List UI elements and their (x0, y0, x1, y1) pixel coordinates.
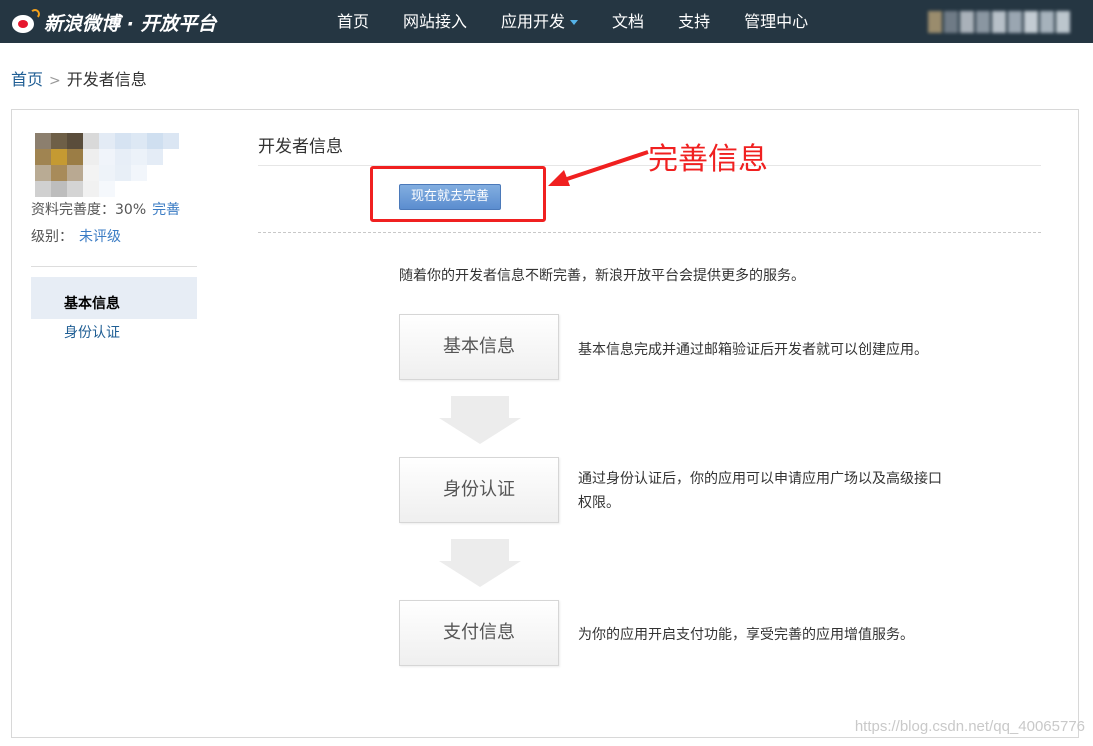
level-label: 级别： (31, 229, 73, 245)
nav-item-support[interactable]: 支持 (678, 0, 710, 43)
page-title: 开发者信息 (258, 137, 343, 157)
annotation-highlight-box (370, 166, 546, 222)
chevron-down-icon (570, 20, 579, 25)
step-basic-info: 基本信息 (399, 314, 559, 380)
breadcrumb-separator: > (49, 73, 61, 89)
nav-item-admin[interactable]: 管理中心 (744, 0, 808, 43)
top-navbar: 新浪微博 · 开放平台 首页 网站接入 应用开发 文档 支持 管理中心 (0, 0, 1093, 43)
down-arrow-icon (439, 539, 521, 587)
developer-level: 级别： 未评级 (31, 226, 121, 246)
nav-item-website[interactable]: 网站接入 (403, 0, 467, 43)
sidebar-item-basic-info[interactable]: 基本信息 (31, 277, 197, 319)
step-identity-verification: 身份认证 (399, 457, 559, 523)
sidebar-item-identity-verification[interactable]: 身份认证 (31, 319, 197, 347)
intro-text: 随着你的开发者信息不断完善，新浪开放平台会提供更多的服务。 (399, 268, 805, 284)
logo-text: 新浪微博 · 开放平台 (44, 12, 217, 35)
avatar[interactable] (35, 133, 185, 197)
weibo-eye-icon (10, 9, 40, 35)
level-value-link[interactable]: 未评级 (79, 229, 121, 245)
profile-completeness-label: 资料完善度：30% (31, 202, 147, 218)
step-identity-verification-desc: 通过身份认证后，你的应用可以申请应用广场以及高级接口权限。 (578, 471, 942, 511)
step-payment-info-desc: 为你的应用开启支付功能，享受完善的应用增值服务。 (578, 627, 914, 643)
breadcrumb: 首页 > 开发者信息 (11, 66, 147, 90)
breadcrumb-current: 开发者信息 (66, 70, 147, 89)
nav-item-home[interactable]: 首页 (337, 0, 369, 43)
dotted-divider (258, 232, 1041, 233)
user-account-blurred[interactable] (928, 8, 1078, 36)
profile-completeness: 资料完善度：30% 完善 (31, 199, 180, 219)
sidebar-divider (31, 266, 197, 267)
annotation-arrow-icon (548, 150, 649, 186)
complete-profile-link[interactable]: 完善 (152, 202, 180, 218)
weibo-logo[interactable]: 新浪微博 · 开放平台 (10, 8, 216, 36)
nav-item-appdev-label: 应用开发 (501, 12, 566, 31)
main-panel: 资料完善度：30% 完善 级别： 未评级 基本信息 身份认证 开发者信息 现在就去完… (11, 109, 1079, 738)
down-arrow-icon (439, 396, 521, 444)
nav-item-appdev[interactable]: 应用开发 (501, 0, 579, 43)
breadcrumb-home[interactable]: 首页 (11, 70, 43, 89)
step-payment-info: 支付信息 (399, 600, 559, 666)
nav-item-docs[interactable]: 文档 (612, 0, 644, 43)
step-basic-info-desc: 基本信息完成并通过邮箱验证后开发者就可以创建应用。 (578, 342, 928, 358)
annotation-label: 完善信息 (648, 142, 768, 177)
main-nav: 首页 网站接入 应用开发 文档 支持 管理中心 (320, 0, 825, 43)
watermark-text: https://blog.csdn.net/qq_40065776 (854, 718, 1085, 735)
